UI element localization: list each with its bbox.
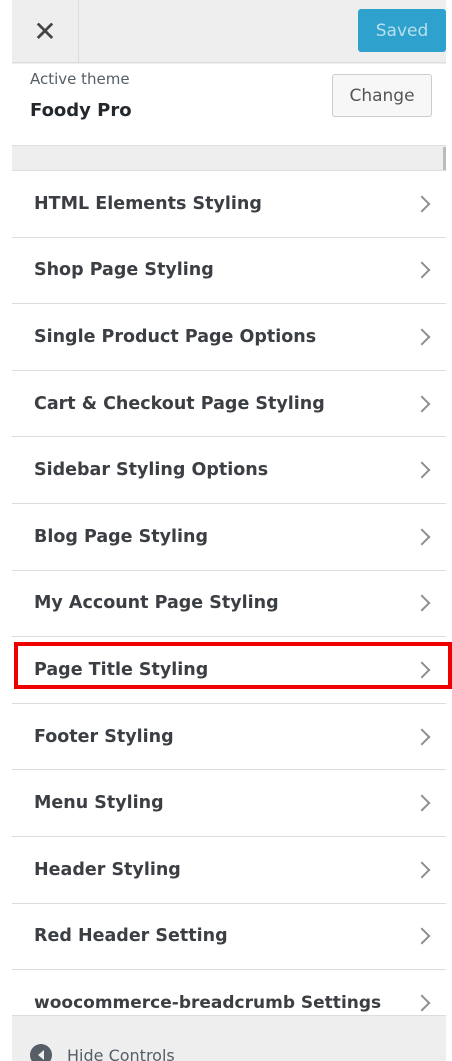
menu-item-label: Blog Page Styling <box>34 526 208 547</box>
active-theme-label: Active theme <box>30 70 130 88</box>
saved-button[interactable]: Saved <box>358 9 446 52</box>
chevron-right-icon <box>413 195 431 213</box>
chevron-right-icon <box>413 927 431 945</box>
chevron-right-icon <box>413 861 431 879</box>
menu-item-sidebar-styling-options[interactable]: Sidebar Styling Options <box>12 436 446 503</box>
menu-item-single-product-page-options[interactable]: Single Product Page Options <box>12 303 446 370</box>
close-icon[interactable]: ✕ <box>33 17 56 46</box>
footer-bar: Hide Controls <box>12 1015 446 1061</box>
menu-item-html-elements-styling[interactable]: HTML Elements Styling <box>12 170 446 237</box>
menu-item-red-header-setting[interactable]: Red Header Setting <box>12 902 446 970</box>
menu-item-label: Footer Styling <box>34 726 174 747</box>
menu-item-label: Sidebar Styling Options <box>34 460 269 481</box>
menu-item-footer-styling[interactable]: Footer Styling <box>12 702 446 770</box>
menu-item-shop-page-styling[interactable]: Shop Page Styling <box>12 236 446 304</box>
theme-name: Foody Pro <box>30 100 132 121</box>
chevron-right-icon <box>413 461 431 479</box>
customizer-header: ✕ Saved <box>12 0 446 63</box>
menu-item-my-account-page-styling[interactable]: My Account Page Styling <box>12 569 446 637</box>
menu-item-header-styling[interactable]: Header Styling <box>12 835 446 903</box>
change-theme-button[interactable]: Change <box>332 74 432 117</box>
menu-item-label: Red Header Setting <box>34 926 228 947</box>
chevron-right-icon <box>413 594 431 612</box>
chevron-right-icon <box>413 728 431 746</box>
menu-item-menu-styling[interactable]: Menu Styling <box>12 769 446 836</box>
menu-item-label: Menu Styling <box>34 793 164 814</box>
menu-item-label: Page Title Styling <box>34 659 209 680</box>
menu-item-page-title-styling[interactable]: Page Title Styling <box>12 636 446 703</box>
menu-item-label: Shop Page Styling <box>34 260 214 281</box>
chevron-right-icon <box>413 528 431 546</box>
menu-item-label: Single Product Page Options <box>34 326 317 347</box>
menu-item-cart-checkout-page-styling[interactable]: Cart & Checkout Page Styling <box>12 369 446 437</box>
menu-item-blog-page-styling[interactable]: Blog Page Styling <box>12 502 446 570</box>
chevron-right-icon <box>413 994 431 1012</box>
active-theme-section: Active theme Foody Pro Change <box>12 64 446 146</box>
section-spacer <box>12 147 446 170</box>
menu-item-label: My Account Page Styling <box>34 593 279 614</box>
chevron-right-icon <box>413 328 431 346</box>
menu-item-label: Cart & Checkout Page Styling <box>34 393 325 414</box>
hide-controls-button[interactable]: Hide Controls <box>67 1046 175 1061</box>
chevron-right-icon <box>413 794 431 812</box>
chevron-right-icon <box>413 261 431 279</box>
customizer-menu: HTML Elements Styling Shop Page Styling … <box>12 170 446 1036</box>
close-button[interactable]: ✕ <box>12 0 79 63</box>
menu-item-label: HTML Elements Styling <box>34 193 262 214</box>
collapse-icon[interactable] <box>30 1044 52 1061</box>
chevron-right-icon <box>413 395 431 413</box>
chevron-right-icon <box>413 661 431 679</box>
scrollbar[interactable] <box>443 147 446 172</box>
customizer-panel: ✕ Saved Active theme Foody Pro Change HT… <box>12 0 446 1061</box>
menu-item-label: Header Styling <box>34 859 181 880</box>
menu-item-label: woocommerce-breadcrumb Settings <box>34 992 382 1013</box>
